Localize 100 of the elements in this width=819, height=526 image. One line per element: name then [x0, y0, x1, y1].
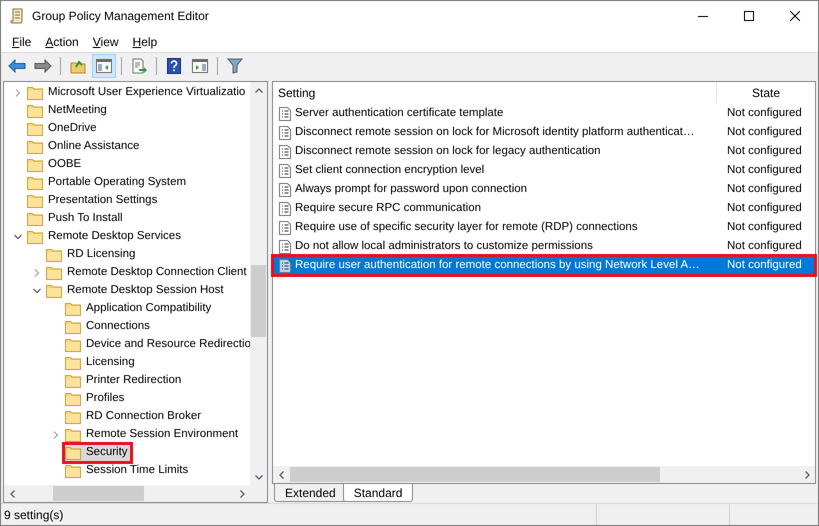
tree-item[interactable]: Portable Operating System: [10, 174, 190, 192]
tree-item[interactable]: Microsoft User Experience Virtualizatio: [10, 84, 248, 102]
chevron-right-icon[interactable]: [33, 269, 41, 277]
tree-item[interactable]: NetMeeting: [10, 102, 110, 120]
table-row[interactable]: Require user authentication for remote connections by using Network Level A… Not configured: [273, 256, 815, 275]
scrollbar-thumb[interactable]: [290, 467, 660, 482]
setting-icon: [279, 182, 291, 196]
table-row[interactable]: Server authentication certificate template Not configured: [273, 104, 815, 123]
tree-item[interactable]: OneDrive: [10, 120, 100, 138]
tree-item[interactable]: Profiles: [48, 390, 128, 408]
chevron-down-icon[interactable]: [33, 287, 41, 295]
maximize-icon: [744, 11, 754, 21]
tree-item[interactable]: Push To Install: [10, 210, 126, 228]
tree-item[interactable]: Remote Desktop Session Host: [29, 282, 227, 300]
folder-icon: [46, 284, 62, 298]
tree-item[interactable]: Remote Session Environment: [48, 426, 242, 444]
table-row[interactable]: Disconnect remote session on lock for Microsoft identity platform authenticat… Not configured: [273, 123, 815, 142]
filter-icon: [227, 58, 243, 74]
tree-item[interactable]: Printer Redirection: [48, 372, 184, 390]
folder-icon: [27, 158, 43, 172]
setting-icon: [279, 164, 291, 178]
setting-name: Disconnect remote session on lock for Microsoft identity platform authenticat…: [295, 124, 694, 140]
setting-state: Not configured: [726, 258, 802, 273]
window-title: Group Policy Management Editor: [32, 8, 209, 25]
setting-name: Do not allow local administrators to customize permissions: [295, 238, 593, 254]
folder-icon: [65, 338, 81, 352]
setting-state: Not configured: [726, 162, 802, 178]
tree-item[interactable]: Application Compatibility: [48, 300, 214, 318]
tab[interactable]: Extended: [274, 484, 347, 502]
folder-icon: [65, 356, 81, 370]
tree-item[interactable]: RD Connection Broker: [48, 408, 204, 426]
setting-icon: [279, 126, 291, 140]
pane-icon: [96, 59, 112, 73]
status-text: 9 setting(s): [1, 504, 597, 525]
folder-icon: [27, 140, 43, 154]
tree-item[interactable]: Online Assistance: [10, 138, 142, 156]
forward-arrow-icon: [34, 59, 52, 73]
folder-icon: [27, 230, 43, 244]
folder-icon: [65, 392, 81, 406]
folder-icon: [27, 176, 43, 190]
setting-name: Require use of specific security layer for remote (RDP) connections: [295, 220, 638, 235]
setting-name: Disconnect remote session on lock for legacy authentication: [295, 144, 601, 159]
scrollbar-thumb[interactable]: [53, 486, 144, 501]
folder-icon: [65, 374, 81, 388]
setting-icon: [279, 202, 291, 216]
setting-state: Not configured: [726, 182, 802, 197]
tree-item[interactable]: Session Time Limits: [48, 462, 192, 480]
setting-state: Not configured: [726, 106, 802, 121]
tree-item[interactable]: Remote Desktop Services: [10, 228, 184, 246]
table-row[interactable]: Disconnect remote session on lock for legacy authentication Not configured: [273, 142, 815, 161]
setting-icon: [279, 258, 291, 272]
column-header[interactable]: State: [717, 82, 815, 104]
table-row[interactable]: Do not allow local administrators to customize permissions Not configured: [273, 237, 815, 256]
export-list-icon: [131, 58, 147, 74]
folder-icon: [46, 266, 62, 280]
setting-icon: [279, 144, 291, 158]
setting-state: Not configured: [726, 200, 802, 216]
tree-item[interactable]: Connections: [48, 318, 153, 336]
folder-icon: [65, 446, 81, 460]
setting-name: Set client connection encryption level: [295, 162, 484, 178]
setting-name: Always prompt for password upon connection: [295, 182, 528, 197]
pane-icon: [192, 59, 208, 73]
scrollbar-thumb[interactable]: [251, 265, 266, 337]
tree-item[interactable]: Presentation Settings: [10, 192, 160, 210]
setting-state: Not configured: [726, 220, 802, 235]
setting-state: Not configured: [726, 144, 802, 159]
chevron-right-icon[interactable]: [52, 431, 60, 439]
menu-item[interactable]: Help: [126, 31, 164, 52]
tree-item[interactable]: RD Licensing: [29, 246, 138, 264]
close-icon: [790, 11, 800, 21]
vertical-scrollbar[interactable]: [250, 82, 267, 485]
chevron-down-icon[interactable]: [14, 233, 22, 241]
folder-icon: [27, 194, 43, 208]
tab[interactable]: Standard: [342, 484, 414, 502]
column-header[interactable]: Setting: [273, 82, 717, 104]
horizontal-scrollbar[interactable]: [4, 485, 267, 502]
help-icon: [167, 58, 181, 74]
table-row[interactable]: Always prompt for password upon connection Not configured: [273, 180, 815, 199]
menu-item[interactable]: File: [5, 31, 38, 52]
folder-icon: [27, 104, 43, 118]
tree-item[interactable]: OOBE: [10, 156, 84, 174]
tree-item[interactable]: Licensing: [48, 354, 138, 372]
horizontal-scrollbar[interactable]: [273, 466, 815, 483]
tree-item[interactable]: Remote Desktop Connection Client: [29, 264, 250, 282]
folder-up-icon: [70, 58, 86, 74]
table-row[interactable]: Require secure RPC communication Not configured: [273, 199, 815, 218]
table-row[interactable]: Require use of specific security layer for remote (RDP) connections Not configured: [273, 218, 815, 237]
toolbar-button[interactable]: [92, 54, 116, 78]
folder-icon: [27, 212, 43, 226]
folder-icon: [65, 464, 81, 478]
setting-icon: [279, 106, 291, 120]
menu-item[interactable]: Action: [38, 31, 86, 52]
setting-icon: [279, 240, 291, 254]
table-row[interactable]: Set client connection encryption level Not configured: [273, 161, 815, 180]
menu-item[interactable]: View: [86, 31, 126, 52]
folder-icon: [65, 428, 81, 442]
setting-name: Require user authentication for remote connections by using Network Level A…: [295, 258, 700, 273]
folder-icon: [65, 320, 81, 334]
folder-icon: [27, 122, 43, 136]
chevron-right-icon[interactable]: [14, 89, 22, 97]
